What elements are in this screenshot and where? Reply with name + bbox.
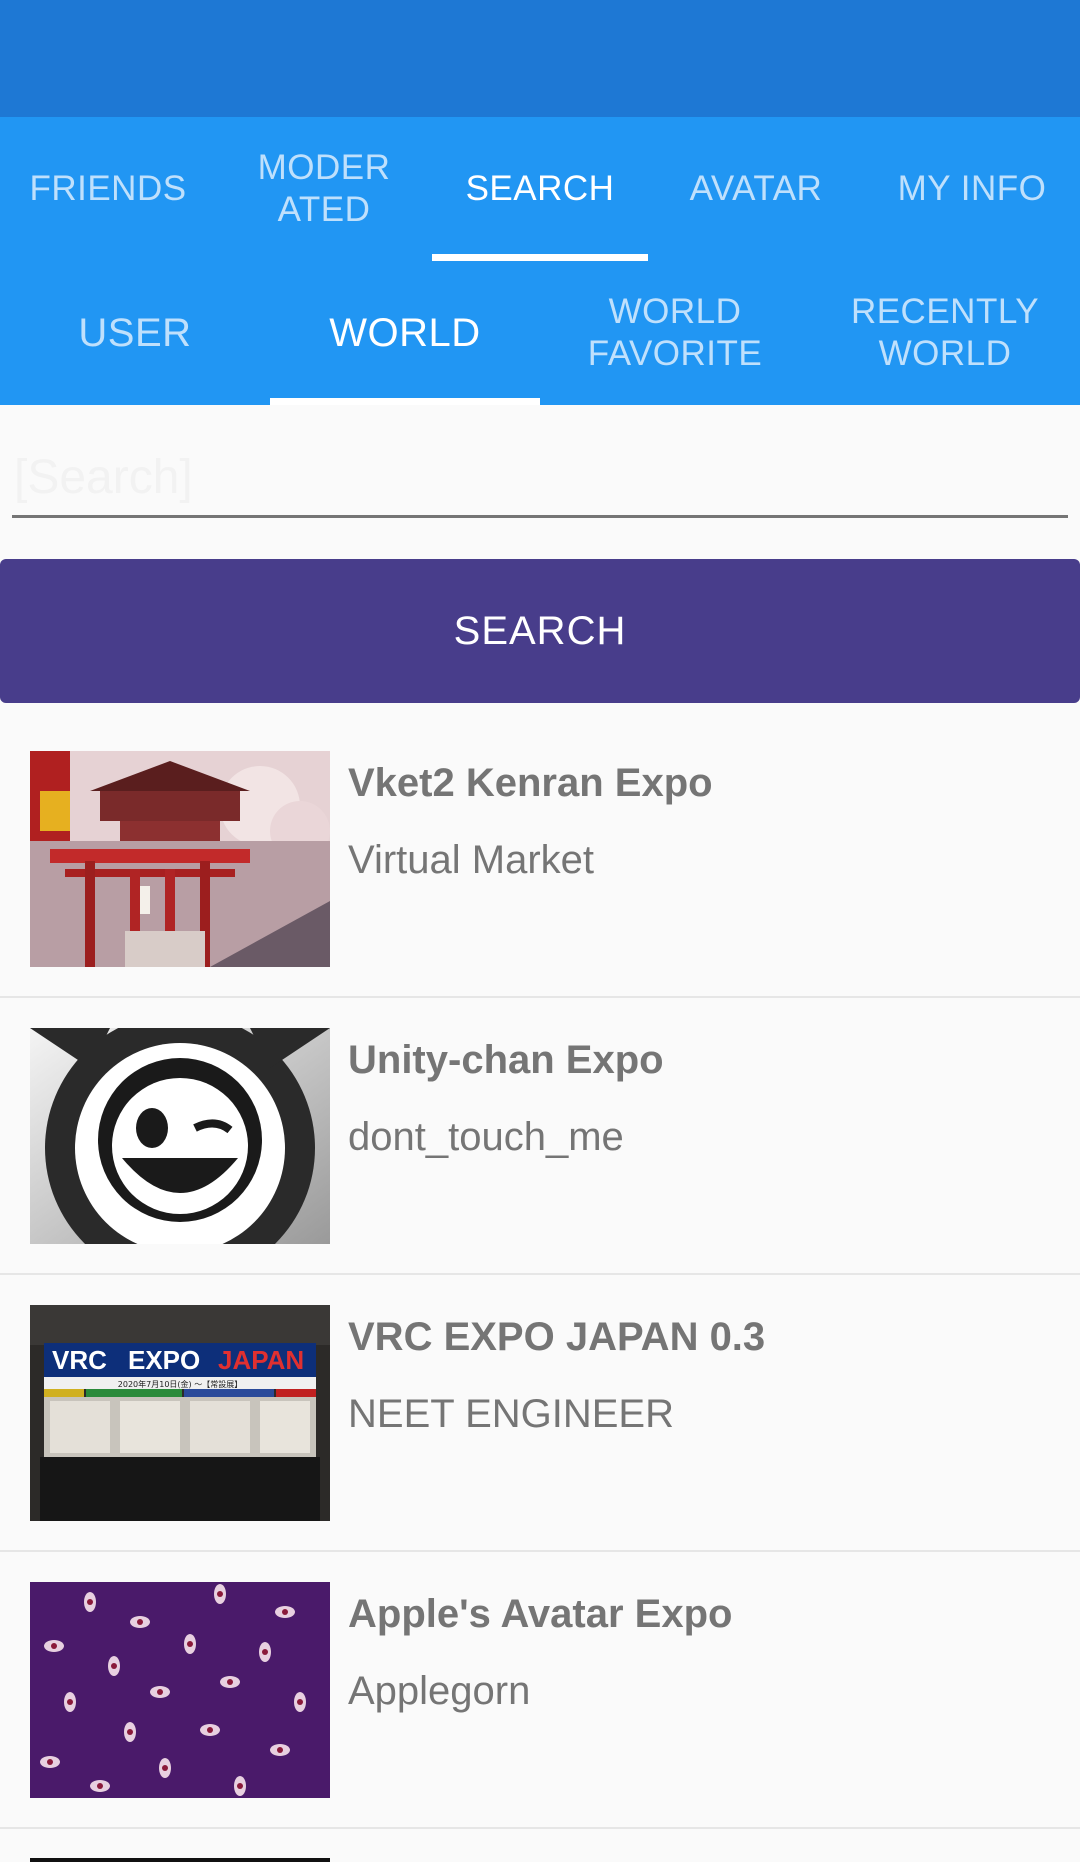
world-result-list: Vket2 Kenran Expo Virtual Market Unity-c…	[0, 721, 1080, 1829]
svg-text:2020年7月10日(金) 〜【常設展】: 2020年7月10日(金) 〜【常設展】	[118, 1379, 242, 1389]
author-name: NEET ENGINEER	[348, 1392, 674, 1436]
list-item[interactable]: Vket2 Kenran Expo Virtual Market	[0, 721, 1080, 998]
unity-chan-logo-image	[30, 1028, 330, 1244]
world-name: Apple's Avatar Expo	[348, 1592, 733, 1636]
search-button[interactable]: SEARCH	[0, 559, 1080, 703]
tab-avatar[interactable]: AVATAR	[648, 117, 864, 261]
tab-my-info[interactable]: MY INFO	[864, 117, 1080, 261]
world-name: VRC EXPO JAPAN 0.3	[348, 1315, 766, 1359]
tab-friends[interactable]: FRIENDS	[0, 117, 216, 261]
sub-tab-bar: USER WORLD WORLD FAVORITE RECENTLY WORLD	[0, 261, 1080, 405]
sub-tab-indicator	[270, 398, 540, 405]
list-item[interactable]: Unity-chan Expo dont_touch_me	[0, 998, 1080, 1275]
torii-gate-shrine-image	[30, 751, 330, 967]
tab-recently-world[interactable]: RECENTLY WORLD	[810, 261, 1080, 405]
tab-world-favorite[interactable]: WORLD FAVORITE	[540, 261, 810, 405]
tab-search[interactable]: SEARCH	[432, 117, 648, 261]
tab-user[interactable]: USER	[0, 261, 270, 405]
next-item-thumbnail-edge	[30, 1858, 330, 1862]
author-name: Applegorn	[348, 1669, 531, 1713]
purple-eyes-pattern-image	[30, 1582, 330, 1798]
tab-moderated[interactable]: MODER ATED	[216, 117, 432, 261]
vrc-expo-japan-booths-image: VRC EXPO JAPAN 2020年7月10日(金) 〜【常設展】	[30, 1305, 330, 1521]
author-name: dont_touch_me	[348, 1115, 624, 1159]
list-item[interactable]: Apple's Avatar Expo Applegorn	[0, 1552, 1080, 1829]
main-tab-indicator	[432, 254, 648, 261]
list-item[interactable]: VRC EXPO JAPAN 2020年7月10日(金) 〜【常設展】 VRC …	[0, 1275, 1080, 1552]
tab-world[interactable]: WORLD	[270, 261, 540, 405]
svg-text:VRC: VRC	[52, 1345, 107, 1375]
search-input[interactable]	[12, 440, 1068, 518]
svg-text:EXPO: EXPO	[128, 1345, 200, 1375]
main-tab-bar: FRIENDS MODER ATED SEARCH AVATAR MY INFO	[0, 117, 1080, 261]
svg-text:JAPAN: JAPAN	[218, 1345, 304, 1375]
world-name: Vket2 Kenran Expo	[348, 761, 713, 805]
status-bar	[0, 0, 1080, 117]
world-name: Unity-chan Expo	[348, 1038, 664, 1082]
author-name: Virtual Market	[348, 838, 595, 882]
